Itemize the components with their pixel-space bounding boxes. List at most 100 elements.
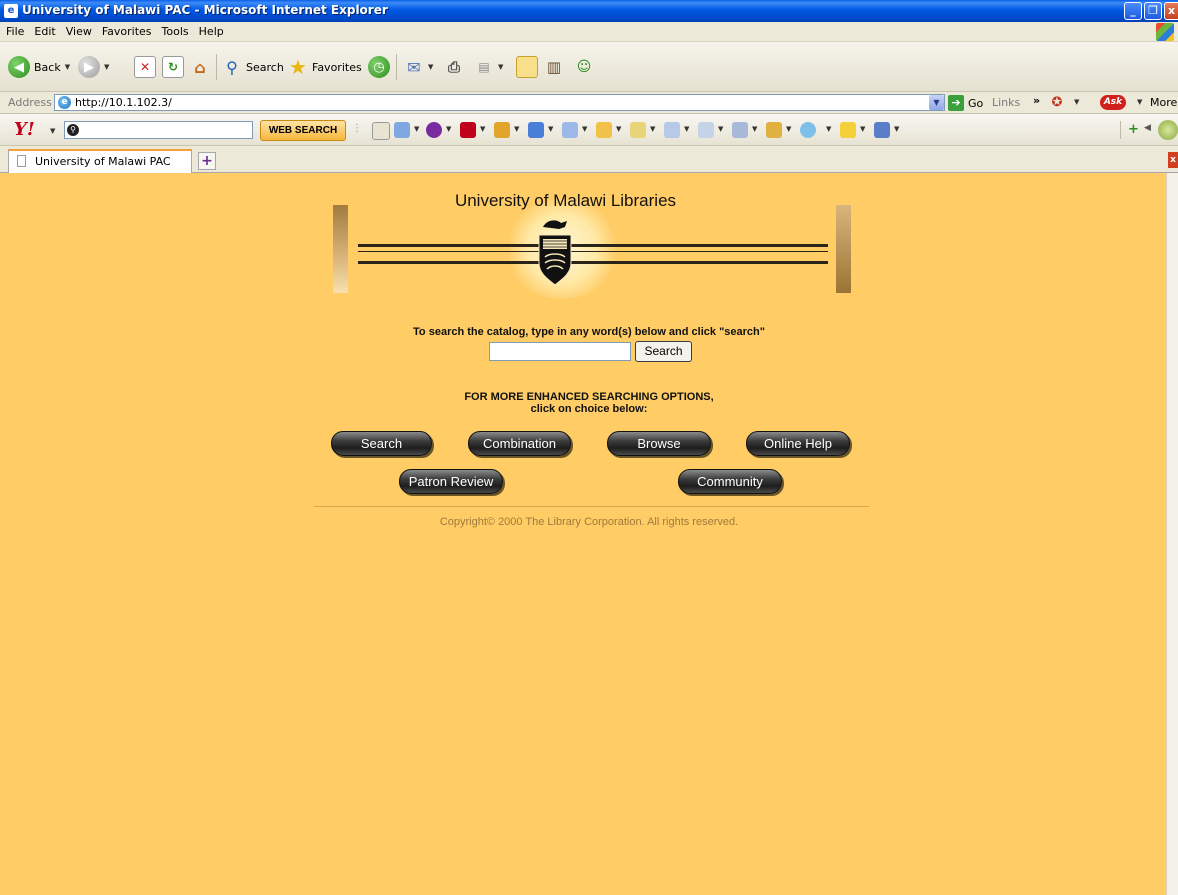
weather-dropdown-icon[interactable]: ▼: [650, 125, 655, 133]
toolbar-separator: [216, 54, 217, 80]
forward-dropdown-icon[interactable]: ▼: [104, 63, 109, 71]
scroll-left-icon[interactable]: ◀: [1144, 123, 1151, 133]
menu-tools[interactable]: Tools: [157, 22, 194, 38]
menu-help[interactable]: Help: [194, 22, 229, 38]
web-search-button[interactable]: WEB SEARCH: [260, 120, 346, 141]
address-dropdown-icon[interactable]: ▼: [929, 95, 944, 110]
yahoo-search-input[interactable]: ⚲: [64, 121, 253, 139]
forward-button[interactable]: ▶ ▼: [78, 54, 109, 80]
edit-button[interactable]: ▤ ▼: [474, 54, 503, 80]
patron-review-button[interactable]: Patron Review: [399, 469, 503, 494]
yahoo-mini-dropdown-icon[interactable]: ▼: [480, 125, 485, 133]
ie-window-icon[interactable]: e: [4, 4, 18, 18]
search-instructions: To search the catalog, type in any word(…: [413, 326, 765, 338]
back-label: Back: [34, 60, 61, 74]
menu-view[interactable]: View: [61, 22, 97, 38]
address-url[interactable]: http://10.1.102.3/: [75, 96, 172, 109]
stop-button[interactable]: ✕: [134, 54, 156, 80]
shopping-icon[interactable]: [596, 122, 612, 138]
more-label[interactable]: More: [1150, 96, 1177, 109]
travel-dropdown-icon[interactable]: ▼: [752, 125, 757, 133]
bookmark-dropdown-icon[interactable]: ▼: [414, 125, 419, 133]
settings-gear-icon[interactable]: [1158, 120, 1178, 140]
antispy-icon[interactable]: [874, 122, 890, 138]
news-dropdown-icon[interactable]: ▼: [582, 125, 587, 133]
go-arrow-icon: ➔: [948, 95, 964, 111]
tab-university-of-malawi-pac[interactable]: University of Malawi PAC: [8, 149, 192, 173]
pencil-icon[interactable]: [372, 122, 390, 140]
close-tab-icon[interactable]: x: [1168, 152, 1178, 168]
finance-dropdown-icon[interactable]: ▼: [718, 125, 723, 133]
home-button[interactable]: ⌂: [190, 54, 210, 80]
menu-favorites[interactable]: Favorites: [97, 22, 157, 38]
bookmark-icon[interactable]: [394, 122, 410, 138]
minimize-button[interactable]: _: [1124, 2, 1142, 20]
antispy-dropdown-icon[interactable]: ▼: [894, 125, 899, 133]
answers-dropdown-icon[interactable]: ▼: [684, 125, 689, 133]
close-button[interactable]: x: [1164, 2, 1178, 20]
mail-dropdown-icon[interactable]: ▼: [428, 63, 433, 71]
community-button[interactable]: Community: [678, 469, 782, 494]
cloud-icon[interactable]: [800, 122, 816, 138]
stop-icon: ✕: [134, 56, 156, 78]
catalog-search-input[interactable]: [489, 342, 631, 361]
history-button[interactable]: ◷: [368, 54, 390, 80]
ask-dropdown-icon[interactable]: ▼: [1137, 98, 1142, 106]
my-yahoo-icon[interactable]: [426, 122, 442, 138]
shopping-dropdown-icon[interactable]: ▼: [616, 125, 621, 133]
yahoo-logo-icon[interactable]: Y!: [14, 119, 35, 140]
yahoo-dropdown-icon[interactable]: ▼: [50, 127, 55, 135]
print-button[interactable]: ⎙: [444, 54, 464, 80]
pdf-tool-icon[interactable]: ✪: [1048, 93, 1066, 111]
search-icon: ⚲: [226, 57, 238, 77]
links-label[interactable]: Links: [992, 96, 1020, 109]
online-help-button[interactable]: Online Help: [746, 431, 850, 456]
news-icon[interactable]: [562, 122, 578, 138]
weather-icon[interactable]: [630, 122, 646, 138]
go-label: Go: [968, 96, 984, 110]
refresh-button[interactable]: ↻: [162, 54, 184, 80]
cloud-dropdown-icon[interactable]: ▼: [826, 125, 831, 133]
back-button[interactable]: ◀ Back ▼: [8, 54, 70, 80]
new-tab-icon[interactable]: +: [198, 152, 216, 170]
address-field[interactable]: e http://10.1.102.3/ ▼: [54, 94, 945, 111]
favorites-star-icon: ★: [289, 55, 307, 79]
search-toolbar-button[interactable]: ⚲ Search: [222, 54, 284, 80]
address-bar: Address e http://10.1.102.3/ ▼ ➔ Go Link…: [0, 92, 1178, 114]
travel-icon[interactable]: [732, 122, 748, 138]
research-button[interactable]: ▥: [544, 54, 564, 80]
go-button[interactable]: ➔ Go: [948, 95, 983, 111]
forward-icon: ▶: [78, 56, 100, 78]
pdf-tool-dropdown-icon[interactable]: ▼: [1074, 98, 1079, 106]
browse-option-button[interactable]: Browse: [607, 431, 711, 456]
ebay-dropdown-icon[interactable]: ▼: [860, 125, 865, 133]
ebay-icon[interactable]: [840, 122, 856, 138]
yahoo-mail-dropdown-icon[interactable]: ▼: [548, 125, 553, 133]
music-icon[interactable]: [766, 122, 782, 138]
combination-option-button[interactable]: Combination: [468, 431, 571, 456]
yahoo-mail-icon[interactable]: [528, 122, 544, 138]
mail-button[interactable]: ✉ ▼: [404, 54, 433, 80]
edit-dropdown-icon[interactable]: ▼: [498, 63, 503, 71]
music-dropdown-icon[interactable]: ▼: [786, 125, 791, 133]
search-option-button[interactable]: Search: [331, 431, 432, 456]
games-dropdown-icon[interactable]: ▼: [514, 125, 519, 133]
menu-file[interactable]: File: [0, 22, 29, 38]
favorites-button[interactable]: ★ Favorites: [288, 54, 362, 80]
messenger-button[interactable]: ☺: [574, 54, 594, 80]
yahoo-mini-icon[interactable]: [460, 122, 476, 138]
links-chevron-icon[interactable]: »: [1033, 94, 1040, 107]
games-icon[interactable]: [494, 122, 510, 138]
restore-button[interactable]: ❐: [1144, 2, 1162, 20]
catalog-search-button[interactable]: Search: [635, 341, 692, 362]
add-button-icon[interactable]: +: [1128, 122, 1139, 137]
finance-icon[interactable]: [698, 122, 714, 138]
menu-edit[interactable]: Edit: [29, 22, 60, 38]
back-dropdown-icon[interactable]: ▼: [65, 63, 70, 71]
discuss-button[interactable]: [516, 54, 538, 80]
my-yahoo-dropdown-icon[interactable]: ▼: [446, 125, 451, 133]
ask-logo-icon[interactable]: Ask: [1100, 95, 1126, 110]
vertical-scrollbar[interactable]: [1166, 173, 1178, 895]
windows-logo-icon: [1156, 23, 1174, 41]
answers-icon[interactable]: [664, 122, 680, 138]
